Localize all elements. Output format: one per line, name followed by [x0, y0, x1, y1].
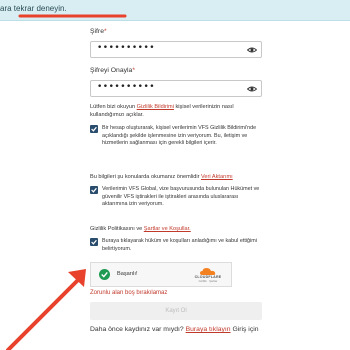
checkmark-icon — [101, 271, 108, 278]
login-link[interactable]: Buraya tıklayın — [186, 326, 231, 333]
cloudflare-links[interactable]: Gizlilik · Şartlar — [191, 279, 225, 283]
eye-icon[interactable] — [247, 45, 257, 55]
captcha-widget[interactable]: Başarılı! CLOUDFLARE Gizlilik · Şartlar — [90, 262, 232, 287]
required-field-error: Zorunlu alan boş bırakılamaz — [90, 290, 168, 296]
cloudflare-logo: CLOUDFLARE Gizlilik · Şartlar — [191, 267, 225, 284]
terms-intro: Gizlilik Politikasını ve Şartlar ve Koşu… — [90, 226, 191, 232]
consent-transfer-row: Verilerimin VFS Global, vize başvurusund… — [90, 186, 262, 216]
checkmark-icon — [91, 187, 97, 193]
data-transfer-link[interactable]: Veri Aktarımı — [201, 174, 233, 180]
consent-processing-row: Bir hesap oluşturarak, kişisel verilerim… — [90, 125, 262, 161]
password-field[interactable]: •••••••••• — [90, 41, 262, 58]
terms-link[interactable]: Şartlar ve Koşullar. — [144, 226, 191, 232]
checkmark-icon — [91, 239, 97, 245]
alert-text: ara tekrar deneyin. — [0, 4, 67, 13]
eye-icon[interactable] — [247, 84, 257, 94]
confirm-password-value: •••••••••• — [97, 82, 156, 92]
captcha-status: Başarılı! — [117, 271, 138, 277]
privacy-notice-link[interactable]: Gizlilik Bildirimi — [137, 104, 174, 110]
captcha-success-icon — [99, 269, 110, 280]
consent-terms-checkbox[interactable] — [90, 238, 98, 246]
checkmark-icon — [91, 126, 97, 132]
confirm-password-label: Şifreyi Onayla* — [90, 67, 135, 74]
consent-terms-row: Buraya tıklayarak hüküm ve koşulları anl… — [90, 238, 262, 256]
transfer-intro: Bu bilgileri şu konularda okumanız öneml… — [90, 174, 233, 180]
consent-transfer-checkbox[interactable] — [90, 186, 98, 194]
password-label: Şifre* — [90, 28, 107, 35]
consent-processing-checkbox[interactable] — [90, 125, 98, 133]
register-button[interactable]: Kayıt Ol — [90, 302, 262, 320]
consent-terms-text: Buraya tıklayarak hüküm ve koşulları anl… — [102, 238, 257, 252]
alert-banner: ara tekrar deneyin. — [0, 0, 350, 21]
privacy-intro: Lütfen bizi okuyun Gizlilik Bildirimi ki… — [90, 104, 234, 118]
confirm-password-field[interactable]: •••••••••• — [90, 80, 262, 97]
registration-form: Şifre* •••••••••• Şifreyi Onayla* ••••••… — [78, 20, 278, 350]
consent-transfer-text: Verilerimin VFS Global, vize başvurusund… — [102, 186, 260, 207]
consent-processing-text: Bir hesap oluşturarak, kişisel verilerim… — [102, 125, 257, 146]
password-value: •••••••••• — [97, 43, 156, 53]
login-prompt: Daha önce kaydınız var mıydı? Buraya tık… — [90, 326, 259, 333]
